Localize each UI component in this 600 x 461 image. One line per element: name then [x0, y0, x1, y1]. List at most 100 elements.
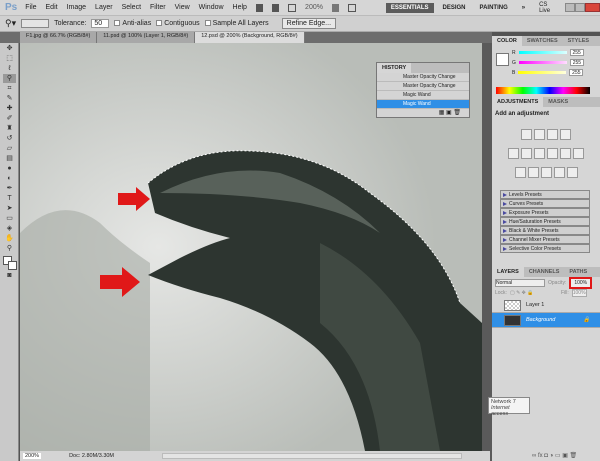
- history-brush-tool-icon[interactable]: ↺: [3, 134, 16, 143]
- type-tool-icon[interactable]: T: [3, 194, 16, 203]
- doc-tab-12[interactable]: 12.psd @ 200% (Background, RGB/8#): [195, 32, 305, 43]
- color-spectrum[interactable]: [496, 87, 590, 94]
- doc-tab-f1[interactable]: F1.jpg @ 66.7% (RGB/8#): [20, 32, 98, 43]
- red-slider[interactable]: R 255: [512, 49, 600, 56]
- foreground-color-box[interactable]: [496, 53, 509, 66]
- background-color-swatch[interactable]: [8, 261, 17, 270]
- 3d-tool-icon[interactable]: ◈: [3, 224, 16, 233]
- workspace-more[interactable]: »: [517, 3, 530, 13]
- channel-mixer-icon[interactable]: [573, 148, 584, 159]
- sample-all-layers-checkbox[interactable]: Sample All Layers: [204, 20, 269, 27]
- tab-color[interactable]: COLOR: [492, 36, 522, 46]
- lock-icons[interactable]: ▢ ✎ ✥ 🔒: [510, 290, 544, 296]
- color-balance-icon[interactable]: [534, 148, 545, 159]
- exposure-icon[interactable]: [560, 129, 571, 140]
- hue-saturation-icon[interactable]: [521, 148, 532, 159]
- layer-row[interactable]: Layer 1: [492, 298, 600, 313]
- preset-item[interactable]: Hue/Saturation Presets: [500, 217, 590, 226]
- close-button[interactable]: [585, 3, 600, 12]
- history-footer-icons[interactable]: ▦ ▣ 🗑: [377, 109, 469, 116]
- tolerance-input[interactable]: 50: [91, 19, 110, 28]
- blue-value[interactable]: 255: [569, 69, 584, 76]
- workspace-essentials[interactable]: ESSENTIALS: [385, 2, 434, 13]
- tab-layers[interactable]: LAYERS: [492, 267, 524, 277]
- preset-item[interactable]: Selective Color Presets: [500, 244, 590, 253]
- blend-mode-select[interactable]: Normal: [495, 278, 545, 287]
- menu-view[interactable]: View: [175, 4, 190, 11]
- contiguous-checkbox[interactable]: Contiguous: [156, 20, 200, 27]
- green-slider[interactable]: G 255: [512, 59, 600, 66]
- tab-swatches[interactable]: SWATCHES: [522, 36, 563, 46]
- tab-adjustments[interactable]: ADJUSTMENTS: [492, 97, 544, 107]
- selective-color-icon[interactable]: [566, 167, 578, 178]
- workspace-painting[interactable]: PAINTING: [475, 3, 513, 13]
- tab-styles[interactable]: STYLES: [563, 36, 594, 46]
- menu-image[interactable]: Image: [67, 4, 86, 11]
- dodge-tool-icon[interactable]: ◐: [3, 174, 16, 183]
- menu-filter[interactable]: Filter: [150, 4, 166, 11]
- history-item[interactable]: Magic Wand: [377, 91, 469, 100]
- blue-slider[interactable]: B 255: [512, 69, 600, 76]
- menu-window[interactable]: Window: [199, 4, 224, 11]
- preset-item[interactable]: Curves Presets: [500, 199, 590, 208]
- tab-paths[interactable]: PATHS: [564, 267, 592, 277]
- zoom-level-menu[interactable]: 200%: [305, 4, 323, 11]
- gradient-map-icon[interactable]: [553, 167, 565, 178]
- lasso-tool-icon[interactable]: ℓ: [3, 64, 16, 73]
- menu-edit[interactable]: Edit: [46, 4, 58, 11]
- history-item-selected[interactable]: Magic Wand: [377, 100, 469, 109]
- marquee-tool-icon[interactable]: ⬚: [3, 54, 16, 63]
- pen-tool-icon[interactable]: ✒: [3, 184, 16, 193]
- green-value[interactable]: 255: [569, 59, 584, 66]
- restore-button[interactable]: [575, 3, 586, 12]
- history-item[interactable]: Master Opacity Change: [377, 73, 469, 82]
- shape-tool-icon[interactable]: ▭: [3, 214, 16, 223]
- menu-file[interactable]: File: [25, 4, 36, 11]
- fill-input[interactable]: 100%: [571, 289, 587, 297]
- refine-edge-button[interactable]: Refine Edge...: [281, 18, 337, 29]
- eraser-tool-icon[interactable]: ▱: [3, 144, 16, 153]
- levels-icon[interactable]: [534, 129, 545, 140]
- bridge-icon[interactable]: [255, 3, 264, 12]
- cs-live-button[interactable]: CS Live: [534, 0, 561, 16]
- opacity-input[interactable]: 100%: [569, 276, 593, 289]
- black-white-icon[interactable]: [547, 148, 558, 159]
- eyedropper-tool-icon[interactable]: ✎: [3, 94, 16, 103]
- arrange-icon[interactable]: [331, 3, 340, 12]
- preset-item[interactable]: Channel Mixer Presets: [500, 235, 590, 244]
- brush-tool-icon[interactable]: ✐: [3, 114, 16, 123]
- quick-mask-icon[interactable]: ◙: [3, 271, 16, 280]
- posterize-icon[interactable]: [527, 167, 539, 178]
- doc-tab-11[interactable]: 11.psd @ 100% (Layer 1, RGB/8#): [97, 32, 196, 43]
- vibrance-icon[interactable]: [508, 148, 519, 159]
- move-tool-icon[interactable]: ✥: [3, 44, 16, 53]
- zoom-tool-icon[interactable]: ⚲: [3, 244, 16, 253]
- zoom-level-field[interactable]: 200%: [23, 453, 42, 459]
- screen-mode-icon[interactable]: [348, 3, 356, 12]
- minimize-button[interactable]: [565, 3, 576, 12]
- curves-icon[interactable]: [547, 129, 558, 140]
- view-extras-icon[interactable]: [288, 3, 297, 12]
- menu-layer[interactable]: Layer: [95, 4, 113, 11]
- mini-bridge-icon[interactable]: [272, 3, 280, 12]
- history-tab[interactable]: HISTORY: [377, 63, 412, 73]
- crop-tool-icon[interactable]: ⌗: [3, 84, 16, 93]
- layer-row-selected[interactable]: Background 🔒: [492, 313, 600, 328]
- brightness-icon[interactable]: [521, 129, 532, 140]
- horizontal-scrollbar[interactable]: [162, 453, 463, 459]
- tab-channels[interactable]: CHANNELS: [524, 267, 565, 277]
- anti-alias-checkbox[interactable]: Anti-alias: [114, 20, 151, 27]
- invert-icon[interactable]: [514, 167, 526, 178]
- history-item[interactable]: Master Opacity Change: [377, 82, 469, 91]
- tab-masks[interactable]: MASKS: [543, 97, 573, 107]
- selection-mode-icons[interactable]: [21, 19, 50, 28]
- magic-wand-tool-icon[interactable]: ⚲▾: [5, 18, 16, 29]
- hand-tool-icon[interactable]: ✋: [3, 234, 16, 243]
- clone-stamp-tool-icon[interactable]: ♜: [3, 124, 16, 133]
- preset-item[interactable]: Exposure Presets: [500, 208, 590, 217]
- preset-item[interactable]: Levels Presets: [500, 190, 590, 199]
- threshold-icon[interactable]: [540, 167, 552, 178]
- red-value[interactable]: 255: [569, 49, 584, 56]
- layers-footer-icons[interactable]: ∞ fx ◘ ◑ ▭ ▣ 🗑: [532, 452, 577, 459]
- preset-item[interactable]: Black & White Presets: [500, 226, 590, 235]
